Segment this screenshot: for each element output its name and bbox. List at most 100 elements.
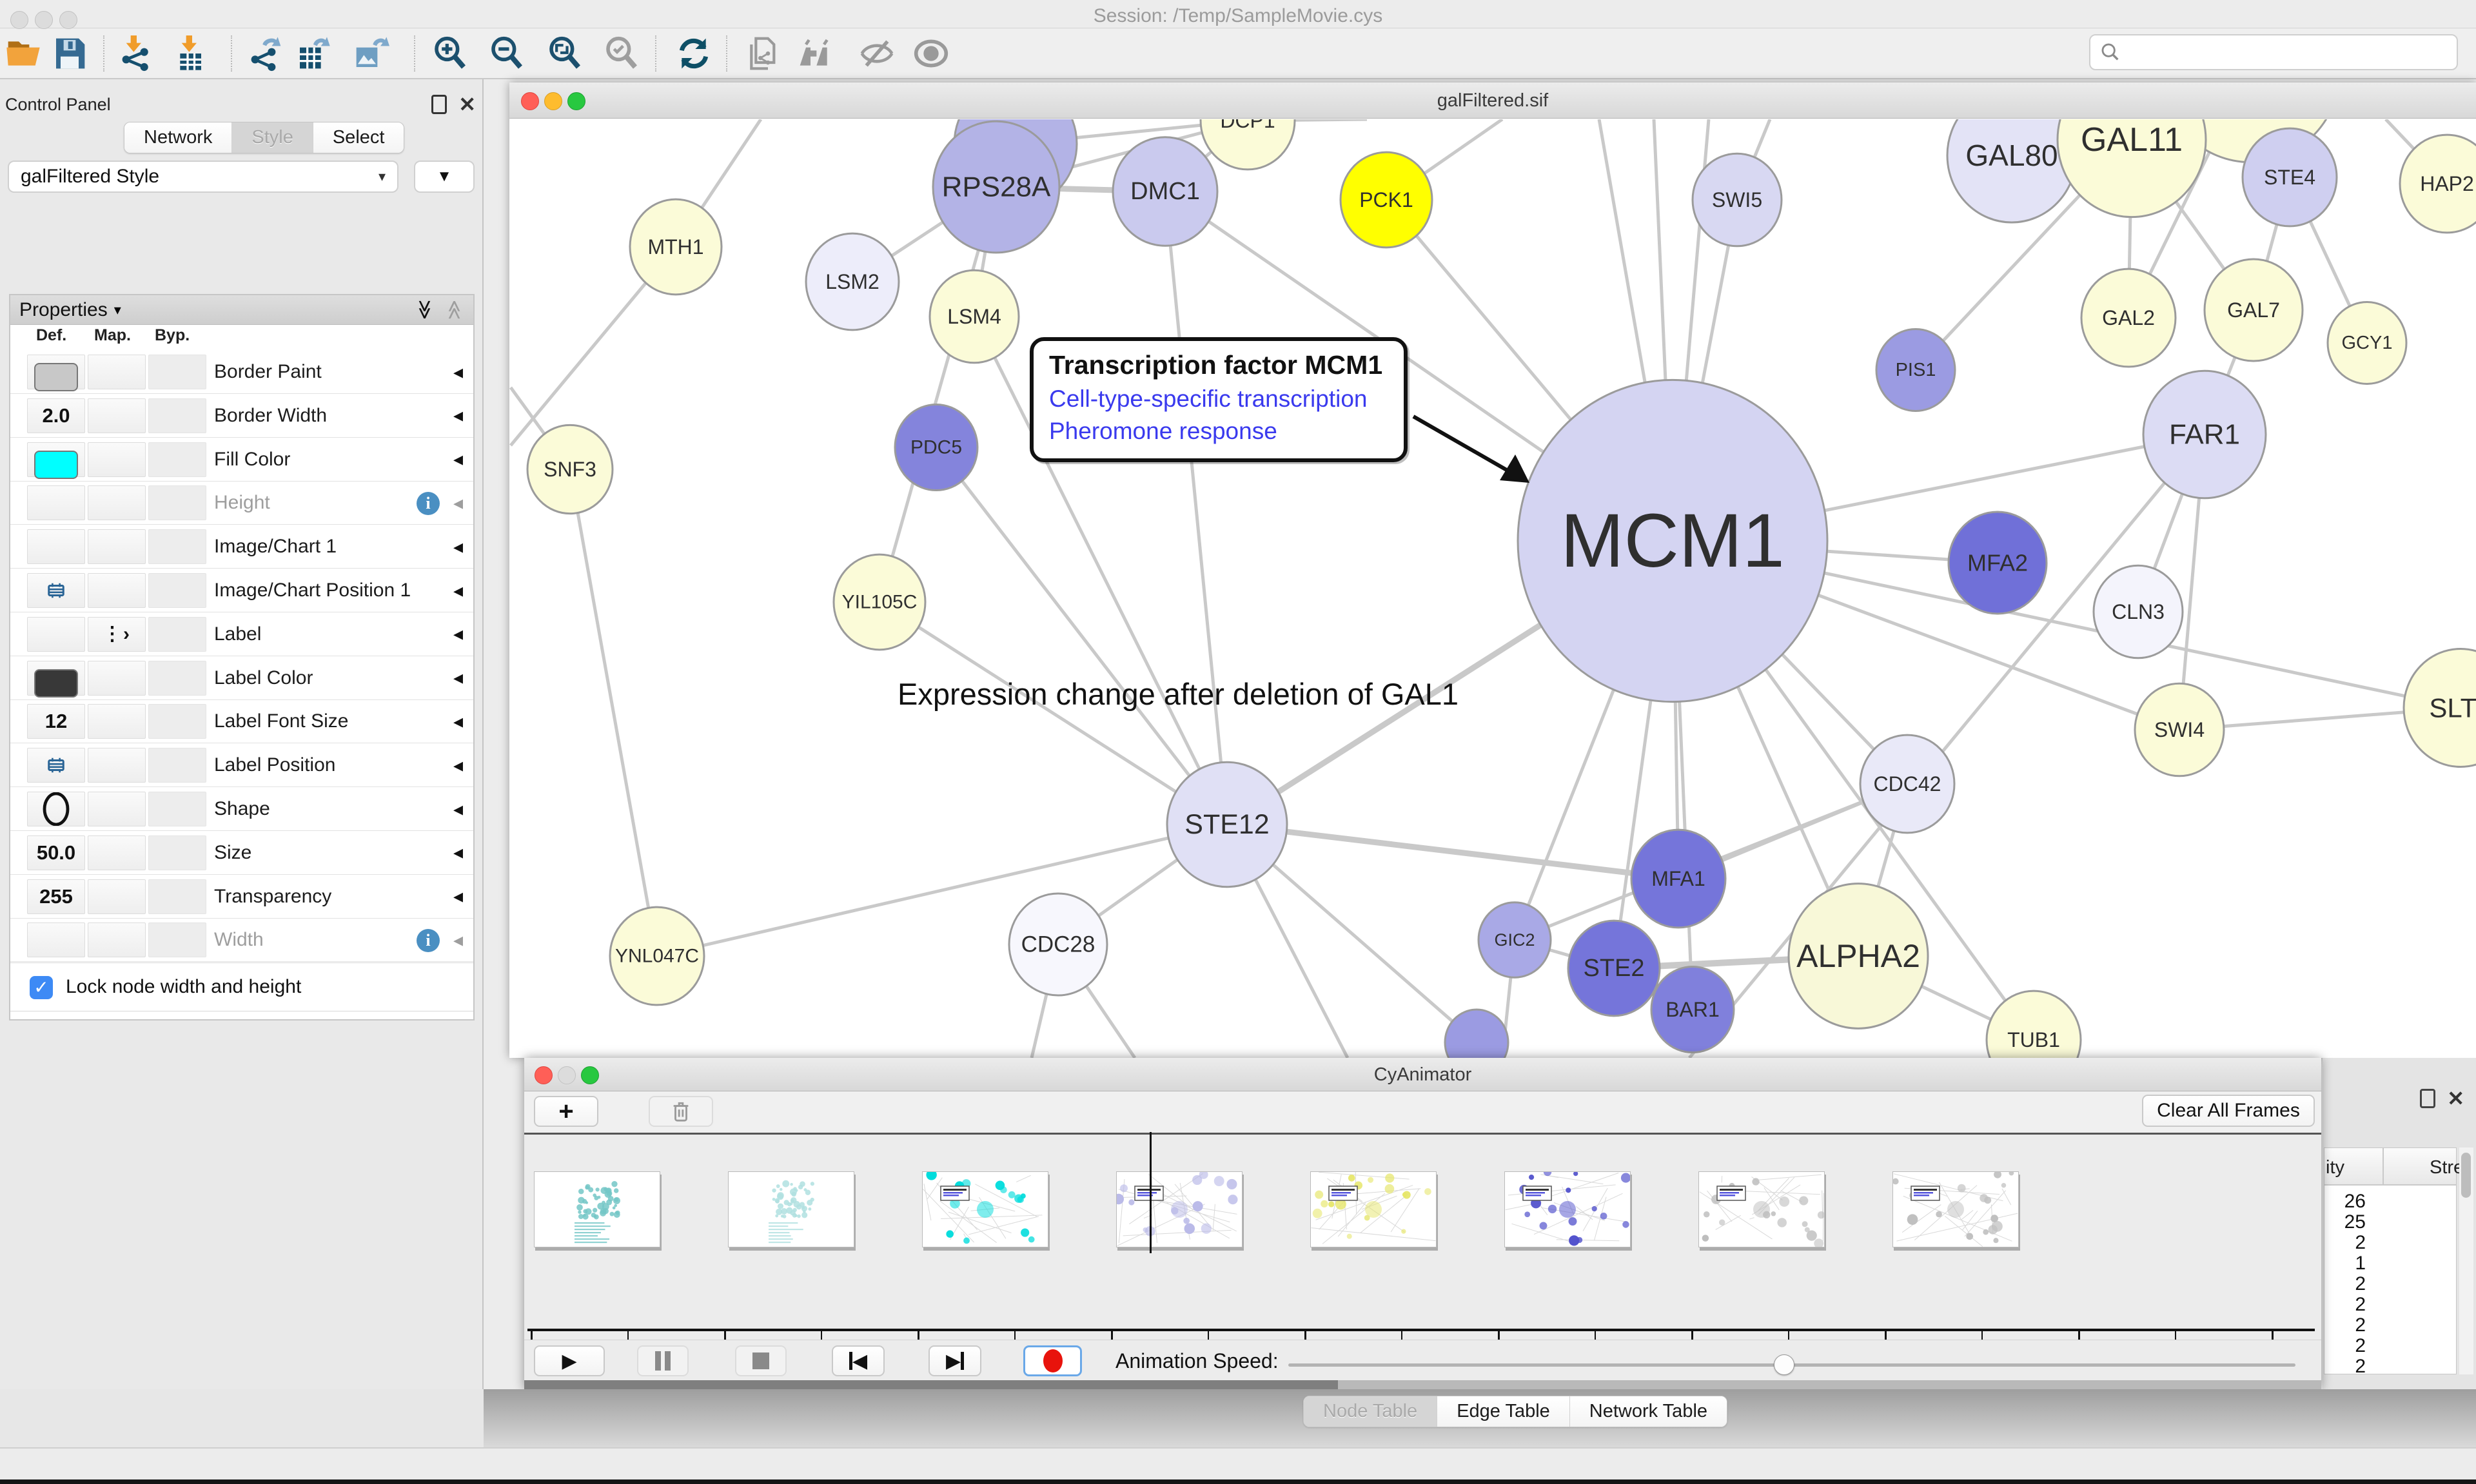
node-MFA2[interactable]: MFA2 [1949, 512, 2047, 614]
zoom-fit-icon[interactable] [545, 34, 584, 73]
default-value-cell[interactable] [27, 923, 85, 957]
mapping-cell[interactable] [88, 398, 146, 433]
frame-thumbnail-7[interactable] [1892, 1171, 2019, 1247]
property-row-shape[interactable]: Shape◂ [10, 787, 473, 831]
tab-select[interactable]: Select [313, 122, 404, 153]
default-value-cell[interactable] [27, 617, 85, 652]
tab-node-table[interactable]: Node Table [1304, 1396, 1437, 1427]
mapping-cell[interactable] [88, 923, 146, 957]
property-row-label-font-size[interactable]: 12Label Font Size◂ [10, 699, 473, 743]
style-options-button[interactable]: ▼ [414, 161, 475, 193]
node-SWI4[interactable]: SWI4 [2135, 683, 2224, 776]
node-MTH1[interactable]: MTH1 [630, 199, 722, 295]
property-row-size[interactable]: 50.0Size◂ [10, 831, 473, 875]
tab-network[interactable]: Network [124, 122, 232, 153]
frame-thumbnail-1[interactable] [728, 1171, 854, 1247]
property-row-transparency[interactable]: 255Transparency◂ [10, 875, 473, 919]
clear-all-frames-button[interactable]: Clear All Frames [2142, 1095, 2315, 1127]
mapping-cell[interactable] [88, 748, 146, 783]
float-panel-icon[interactable] [431, 95, 447, 114]
node-FAR1[interactable]: FAR1 [2143, 371, 2266, 498]
expand-all-icon[interactable]: ≫ [413, 300, 436, 320]
cyanimator-titlebar[interactable]: CyAnimator [524, 1058, 2321, 1091]
node-STE2[interactable]: STE2 [1568, 921, 1660, 1016]
expand-left-icon[interactable]: ◂ [453, 699, 463, 743]
node-DCP1[interactable]: DCP1 [1201, 119, 1295, 170]
playhead[interactable] [1150, 1132, 1152, 1253]
previous-frame-button[interactable]: ◀ [832, 1345, 885, 1376]
node-RPS28A[interactable]: RPS28A [933, 121, 1059, 253]
bypass-cell[interactable] [148, 617, 206, 652]
node-GIC2[interactable]: GIC2 [1479, 903, 1551, 977]
bypass-cell[interactable] [148, 661, 206, 696]
expand-left-icon[interactable]: ◂ [453, 875, 463, 919]
bypass-cell[interactable] [148, 442, 206, 477]
default-value-cell[interactable] [27, 485, 85, 520]
export-table-icon[interactable] [294, 34, 333, 73]
expand-left-icon[interactable]: ◂ [453, 394, 463, 438]
add-frame-button[interactable]: + [534, 1096, 598, 1127]
bypass-cell[interactable] [148, 879, 206, 914]
bypass-cell[interactable] [148, 835, 206, 870]
property-row-fill-color[interactable]: Fill Color◂ [10, 438, 473, 482]
node-GAL7[interactable]: GAL7 [2205, 259, 2303, 361]
expand-left-icon[interactable]: ◂ [453, 438, 463, 482]
lock-size-checkbox[interactable]: ✓ [30, 976, 53, 999]
property-row-height[interactable]: Heighti◂ [10, 481, 473, 525]
export-network-icon[interactable] [246, 34, 285, 73]
mapping-cell[interactable] [88, 704, 146, 739]
node-SNF3[interactable]: SNF3 [527, 425, 613, 513]
node-GAL2[interactable]: GAL2 [2081, 269, 2176, 367]
mapping-cell[interactable] [88, 661, 146, 696]
import-table-icon[interactable] [173, 34, 211, 73]
node-SWI5[interactable]: SWI5 [1693, 153, 1782, 246]
node-HAP2[interactable]: HAP2 [2400, 135, 2476, 233]
bypass-cell[interactable] [148, 792, 206, 826]
mapping-cell[interactable] [88, 835, 146, 870]
expand-left-icon[interactable]: ◂ [453, 350, 463, 394]
node-SLT2[interactable]: SLT2 [2404, 649, 2476, 766]
node-CLN3[interactable]: CLN3 [2094, 565, 2183, 658]
node-GCY1[interactable]: GCY1 [2328, 302, 2406, 384]
tab-style[interactable]: Style [232, 122, 313, 153]
bypass-cell[interactable] [148, 748, 206, 783]
default-value-cell[interactable] [27, 355, 85, 389]
mcm1-annotation[interactable]: Transcription factor MCM1Cell-type-speci… [1030, 337, 1408, 462]
node-LSM2[interactable]: LSM2 [806, 233, 899, 330]
node-DMC1[interactable]: DMC1 [1113, 137, 1217, 246]
timeline-scrollbar[interactable] [524, 1380, 2321, 1389]
node-CDC42[interactable]: CDC42 [1860, 735, 1954, 833]
close-panel-icon[interactable]: ✕ [2447, 1089, 2464, 1108]
info-icon[interactable]: i [417, 492, 440, 515]
node-STE4[interactable]: STE4 [2243, 128, 2337, 226]
expand-left-icon[interactable]: ◂ [453, 656, 463, 700]
tab-network-table[interactable]: Network Table [1570, 1396, 1727, 1427]
expand-left-icon[interactable]: ◂ [453, 481, 463, 525]
default-value-cell[interactable] [27, 442, 85, 477]
mapping-cell[interactable] [88, 355, 146, 389]
node-TUB1[interactable]: TUB1 [1987, 991, 2081, 1058]
node-LSM4[interactable]: LSM4 [930, 270, 1019, 363]
pause-button[interactable] [637, 1345, 689, 1376]
frame-thumbnail-2[interactable] [922, 1171, 1048, 1247]
node-STE12[interactable]: STE12 [1167, 762, 1287, 886]
node-MCM1[interactable]: MCM1 [1518, 380, 1827, 701]
stop-button[interactable] [735, 1345, 787, 1376]
expand-left-icon[interactable]: ◂ [453, 918, 463, 962]
mapping-cell[interactable] [88, 879, 146, 914]
import-network-icon[interactable] [117, 34, 156, 73]
mapping-cell[interactable] [88, 485, 146, 520]
tab-edge-table[interactable]: Edge Table [1437, 1396, 1570, 1427]
close-panel-icon[interactable]: ✕ [458, 95, 476, 114]
delete-frame-button[interactable] [649, 1096, 713, 1127]
node-YIL105C[interactable]: YIL105C [834, 554, 925, 650]
export-image-icon[interactable] [352, 34, 391, 73]
timeline[interactable]: 0123456789 Seconds [524, 1135, 2321, 1338]
float-panel-icon[interactable] [2420, 1089, 2435, 1108]
refresh-layout-icon[interactable] [674, 34, 713, 73]
node-MFA1[interactable]: MFA1 [1631, 830, 1725, 928]
frame-thumbnail-0[interactable] [534, 1171, 660, 1247]
info-icon[interactable]: i [417, 929, 440, 952]
bypass-cell[interactable] [148, 485, 206, 520]
property-row-border-paint[interactable]: Border Paint◂ [10, 350, 473, 394]
